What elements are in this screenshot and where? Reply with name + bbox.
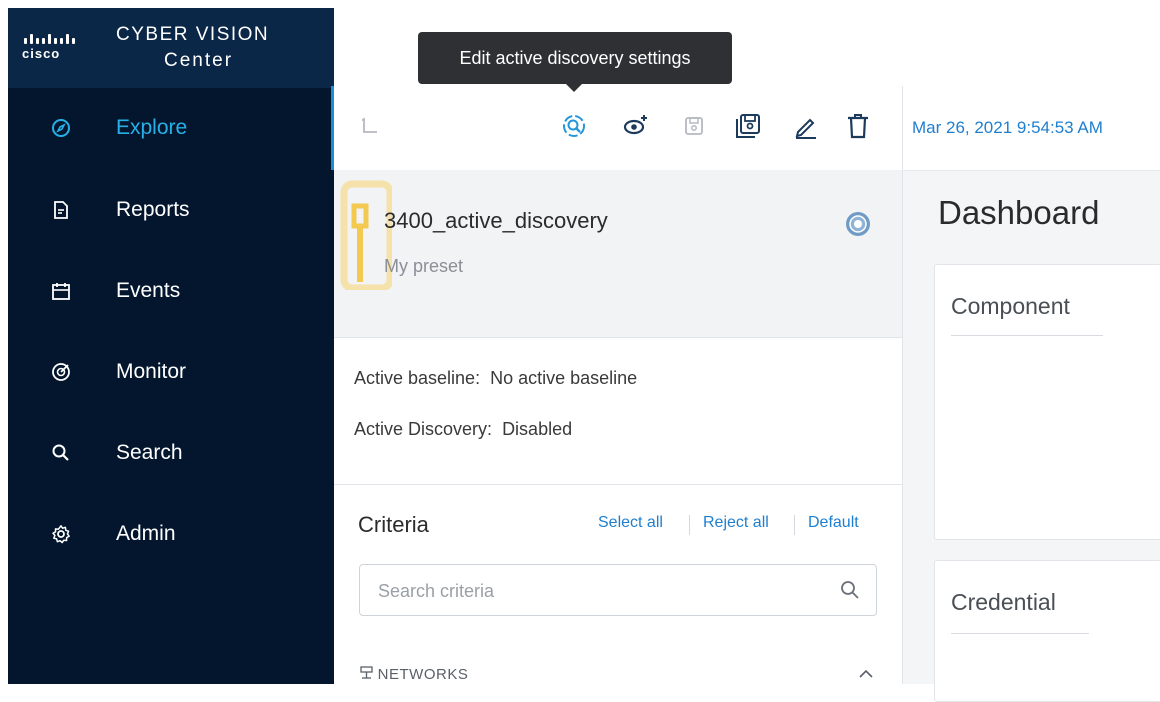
active-discovery-button[interactable] bbox=[556, 110, 592, 146]
chevron-up-icon[interactable] bbox=[858, 666, 874, 684]
active-baseline-label: Active baseline: bbox=[354, 368, 481, 388]
credential-widget[interactable]: Credential bbox=[934, 560, 1160, 702]
timestamp-link[interactable]: Mar 26, 2021 9:54:53 AM bbox=[912, 118, 1160, 138]
widget-title: Credential bbox=[951, 589, 1056, 615]
preset-name: 3400_active_discovery bbox=[384, 208, 608, 233]
save-as-button[interactable] bbox=[730, 110, 766, 146]
gear-icon bbox=[50, 523, 72, 545]
sidebar-item-label: Explore bbox=[116, 116, 188, 139]
sidebar-item-monitor[interactable]: Monitor bbox=[8, 342, 334, 402]
link-separator bbox=[794, 515, 795, 535]
add-view-icon bbox=[622, 112, 650, 145]
active-discovery-label: Active Discovery: bbox=[354, 419, 493, 439]
sidebar-item-label: Events bbox=[116, 279, 181, 302]
sidebar-item-admin[interactable]: Admin bbox=[8, 504, 334, 564]
document-icon bbox=[50, 199, 72, 221]
networks-section-header[interactable]: NETWORKS bbox=[360, 666, 468, 683]
search-icon bbox=[50, 442, 72, 464]
sidebar-item-events[interactable]: Events bbox=[8, 261, 334, 321]
sidebar-item-label: Monitor bbox=[116, 360, 187, 383]
select-all-link[interactable]: Select all bbox=[598, 514, 663, 532]
sidebar-item-search[interactable]: Search bbox=[8, 423, 334, 483]
criteria-search-input[interactable] bbox=[376, 577, 820, 605]
back-icon bbox=[359, 115, 381, 142]
reject-all-link[interactable]: Reject all bbox=[703, 514, 769, 532]
default-link[interactable]: Default bbox=[808, 514, 859, 532]
edit-button[interactable] bbox=[788, 110, 824, 146]
product-title: CYBER VISION bbox=[116, 24, 270, 45]
add-view-button[interactable] bbox=[618, 110, 654, 146]
widget-title-underline bbox=[951, 335, 1103, 336]
sidebar-item-reports[interactable]: Reports bbox=[8, 180, 334, 240]
tooltip-arrow bbox=[566, 84, 582, 92]
product-subtitle: Center bbox=[164, 50, 234, 71]
criteria-search-box[interactable] bbox=[359, 564, 877, 616]
delete-button[interactable] bbox=[840, 110, 876, 146]
component-widget[interactable]: Component bbox=[934, 264, 1160, 540]
tooltip-text: Edit active discovery settings bbox=[459, 47, 691, 68]
widget-title: Component bbox=[951, 293, 1070, 319]
widget-title-underline bbox=[951, 633, 1089, 634]
sidebar-item-explore[interactable]: Explore bbox=[8, 98, 334, 158]
active-discovery-value: Disabled bbox=[502, 419, 573, 439]
trash-icon bbox=[845, 112, 871, 145]
save-icon bbox=[682, 114, 706, 143]
save-as-icon bbox=[734, 112, 762, 145]
dashboard-title: Dashboard bbox=[938, 194, 1100, 231]
edit-icon bbox=[793, 113, 819, 144]
sidebar-item-label: Search bbox=[116, 441, 183, 464]
active-baseline-line: Active baseline: No active baseline bbox=[354, 368, 637, 389]
link-separator bbox=[689, 515, 690, 535]
brand-header: cisco CYBER VISION Center bbox=[8, 8, 334, 88]
cisco-logo: cisco bbox=[22, 28, 102, 68]
sidebar-item-label: Reports bbox=[116, 198, 190, 221]
sidebar-item-label: Admin bbox=[116, 522, 176, 545]
search-icon[interactable] bbox=[838, 578, 862, 602]
active-discovery-icon bbox=[560, 112, 588, 145]
preset-description: My preset bbox=[384, 256, 464, 276]
cisco-wordmark: cisco bbox=[22, 46, 61, 61]
preset-card[interactable] bbox=[334, 170, 902, 338]
preset-toolbar bbox=[334, 86, 902, 171]
preset-status-icon bbox=[846, 212, 870, 236]
section-divider bbox=[334, 484, 902, 485]
sidebar: cisco CYBER VISION Center Explore Report… bbox=[8, 8, 334, 684]
networks-label: NETWORKS bbox=[377, 666, 469, 683]
active-discovery-line: Active Discovery: Disabled bbox=[354, 419, 572, 440]
active-baseline-value: No active baseline bbox=[490, 368, 638, 388]
tooltip: Edit active discovery settings bbox=[418, 32, 732, 84]
compass-icon bbox=[50, 117, 72, 139]
back-button[interactable] bbox=[352, 110, 388, 146]
criteria-title: Criteria bbox=[358, 512, 429, 537]
save-button[interactable] bbox=[676, 110, 712, 146]
calendar-icon bbox=[50, 280, 72, 302]
monitor-target-icon bbox=[50, 361, 72, 383]
networks-icon bbox=[360, 666, 378, 683]
